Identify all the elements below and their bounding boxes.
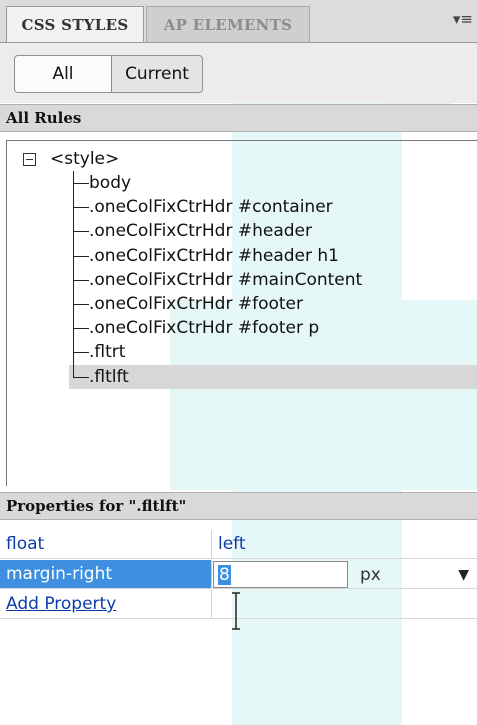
panel-menu-icon[interactable]: ▾≡	[453, 10, 473, 28]
rule-label: .oneColFixCtrHdr #footer p	[89, 318, 320, 339]
tree-connector	[73, 243, 89, 268]
rule-item[interactable]: .oneColFixCtrHdr #header h1	[69, 243, 477, 268]
tree-root-label: <style>	[50, 149, 120, 169]
property-row-float[interactable]: float left	[0, 530, 477, 559]
tree-connector	[73, 291, 89, 317]
unit-value: px	[360, 564, 381, 585]
property-name[interactable]: margin-right	[0, 560, 212, 588]
add-property-link[interactable]: Add Property	[6, 594, 116, 614]
rule-item[interactable]: .oneColFixCtrHdr #header	[69, 219, 477, 244]
tree-connector	[73, 195, 89, 220]
rule-label: .fltrt	[89, 342, 126, 363]
add-property-cell: Add Property	[0, 590, 212, 618]
rule-item[interactable]: body	[69, 171, 477, 196]
mode-toggle-bar: All Current	[0, 43, 477, 103]
css-styles-panel: CSS STYLES AP ELEMENTS ▾≡ All Current Al…	[0, 0, 477, 725]
tree-connector	[73, 219, 89, 244]
rule-list: body .oneColFixCtrHdr #container .oneCol…	[69, 171, 477, 389]
tab-ap-elements[interactable]: AP ELEMENTS	[146, 6, 310, 42]
property-row-margin-right[interactable]: margin-right 8 px ▼	[0, 560, 477, 589]
rule-item[interactable]: .oneColFixCtrHdr #mainContent	[69, 267, 477, 293]
all-rules-header: All Rules	[0, 104, 477, 132]
tab-css-styles[interactable]: CSS STYLES	[6, 6, 144, 42]
collapse-toggle-icon[interactable]	[23, 152, 36, 166]
current-mode-button[interactable]: Current	[111, 55, 203, 93]
rule-label: .oneColFixCtrHdr #header h1	[89, 245, 339, 266]
all-mode-button[interactable]: All	[14, 55, 112, 93]
rule-item-selected[interactable]: .fltlft	[69, 364, 477, 389]
selected-value-text: 8	[218, 564, 231, 585]
tree-connector	[73, 316, 89, 341]
rule-label: .fltlft	[89, 366, 129, 387]
text-cursor-icon	[232, 592, 240, 630]
property-value-input[interactable]: 8	[213, 561, 348, 588]
rule-label: .oneColFixCtrHdr #footer	[89, 294, 303, 315]
properties-header: Properties for ".fltlft"	[0, 492, 477, 520]
rule-item[interactable]: .oneColFixCtrHdr #footer p	[69, 316, 477, 341]
tree-root-style[interactable]: <style>	[23, 147, 119, 171]
property-value[interactable]: left	[213, 530, 477, 558]
rule-item[interactable]: .oneColFixCtrHdr #container	[69, 195, 477, 220]
property-name[interactable]: float	[0, 530, 212, 558]
tree-connector	[73, 364, 89, 389]
tree-connector	[73, 340, 89, 365]
rule-label: .oneColFixCtrHdr #container	[89, 197, 333, 218]
rule-item[interactable]: .fltrt	[69, 340, 477, 365]
rule-label: body	[89, 173, 132, 194]
rules-tree[interactable]: <style> body .oneColFixCtrHdr #container…	[6, 140, 477, 486]
tree-connector	[73, 171, 89, 196]
rule-item[interactable]: .oneColFixCtrHdr #footer	[69, 291, 477, 317]
rule-label: .oneColFixCtrHdr #mainContent	[89, 269, 363, 290]
panel-tab-bar: CSS STYLES AP ELEMENTS ▾≡	[0, 0, 477, 43]
dropdown-arrow-icon: ▼	[458, 567, 469, 583]
rule-label: .oneColFixCtrHdr #header	[89, 221, 312, 242]
unit-dropdown[interactable]: px ▼	[352, 560, 477, 589]
tree-connector	[73, 267, 89, 293]
